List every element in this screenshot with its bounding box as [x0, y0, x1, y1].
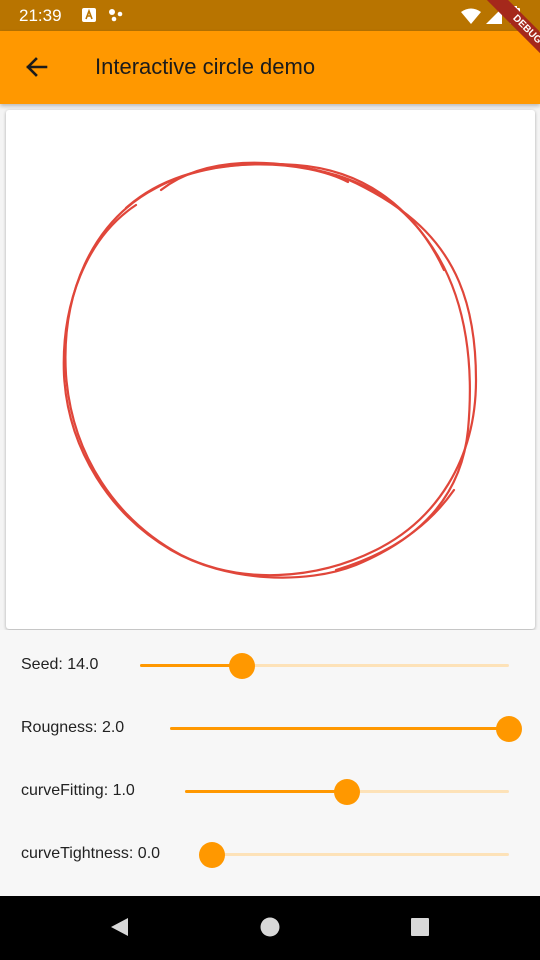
curve-fitting-slider-thumb[interactable] [334, 779, 360, 805]
status-bar: 21:39 [0, 0, 540, 31]
notification-a-icon [82, 8, 96, 22]
back-arrow-icon[interactable] [20, 50, 54, 84]
roughness-slider[interactable] [170, 716, 522, 742]
drawing-canvas[interactable] [6, 110, 535, 629]
curve-fitting-slider[interactable] [185, 779, 509, 805]
nav-home-icon[interactable] [259, 916, 281, 938]
curve-tightness-label: curveTightness: 0.0 [21, 845, 161, 862]
curve-fitting-slider-fill [185, 790, 347, 793]
debug-banner-label: DEBUG [482, 0, 540, 72]
roughness-slider-thumb[interactable] [496, 716, 522, 742]
notification-dots-icon [109, 9, 123, 22]
curve-tightness-slider-track [212, 853, 509, 856]
curve-tightness-slider[interactable] [199, 842, 509, 868]
controls-panel: Seed: 14.0 Rougness: 2.0 curveFitting: 1… [0, 630, 540, 896]
roughness-label: Rougness: 2.0 [21, 719, 125, 736]
rough-circle-stroke-3 [124, 162, 446, 272]
seed-slider[interactable] [140, 653, 509, 679]
curve-fitting-label: curveFitting: 1.0 [21, 782, 135, 799]
rough-circle-strokes [62, 161, 478, 579]
nav-back-icon[interactable] [108, 916, 130, 938]
debug-banner: DEBUG [468, 0, 540, 72]
seed-label: Seed: 14.0 [21, 656, 99, 673]
roughness-slider-fill [170, 727, 509, 730]
seed-slider-fill [140, 664, 242, 667]
system-nav-bar [0, 896, 540, 960]
rough-circle-drawing [62, 161, 478, 579]
status-time: 21:39 [19, 6, 62, 25]
app-bar: Interactive circle demo [0, 31, 540, 104]
rough-circle-stroke-2 [62, 161, 471, 579]
curve-tightness-slider-thumb[interactable] [199, 842, 225, 868]
page-title: Interactive circle demo [95, 54, 316, 79]
nav-recents-icon[interactable] [409, 916, 431, 938]
seed-slider-thumb[interactable] [228, 653, 255, 679]
rough-circle-stroke-1 [64, 163, 478, 577]
